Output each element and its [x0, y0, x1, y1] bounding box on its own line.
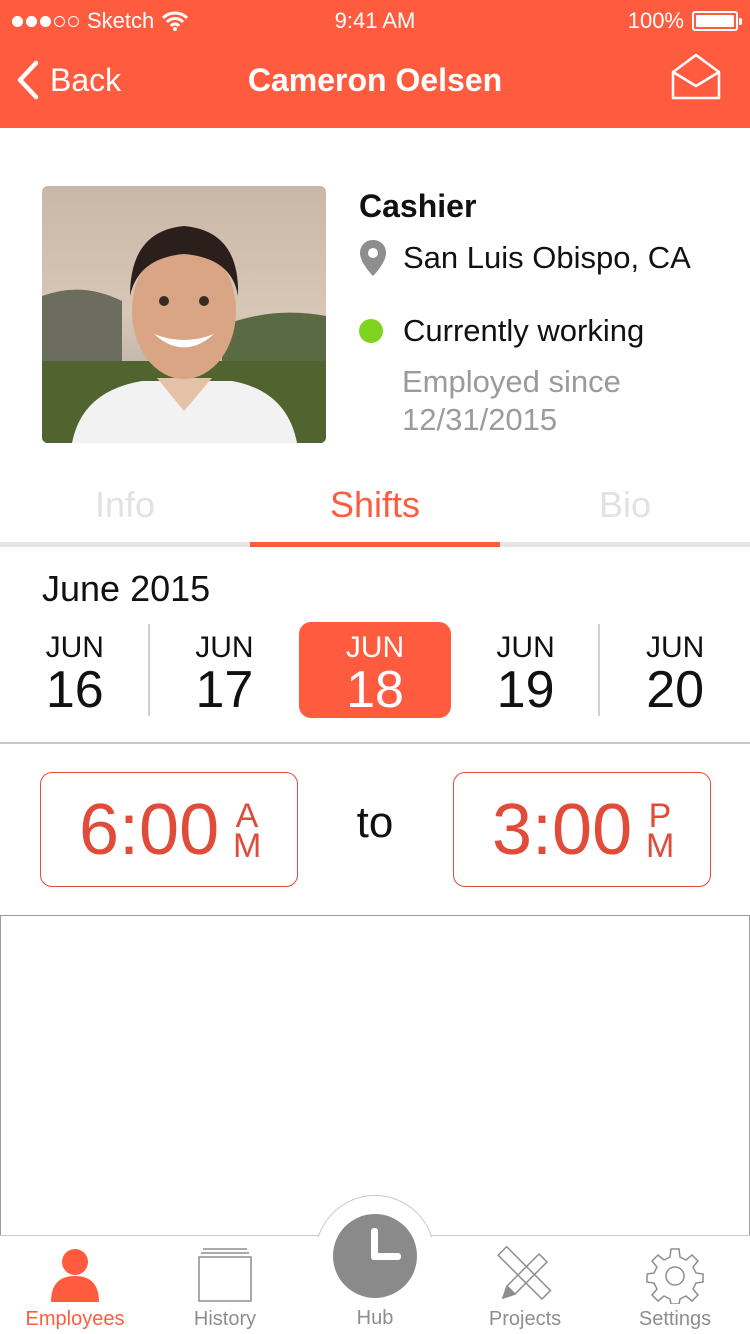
stack-icon: [198, 1248, 252, 1302]
tools-icon: [497, 1246, 552, 1301]
hub-label: Hub: [356, 1307, 394, 1329]
gear-icon: [646, 1248, 704, 1304]
status-label: Currently working: [403, 313, 645, 348]
status-bar: Sketch 9:41 AM 100%: [0, 0, 750, 40]
end-time: 3:00: [492, 790, 633, 870]
tab-bio[interactable]: Bio: [500, 480, 750, 542]
status-dot: [359, 319, 383, 343]
day-item-selected[interactable]: JUN 18: [299, 622, 451, 718]
day-month: JUN: [646, 631, 705, 664]
nav-bar: Back Cameron Oelsen: [0, 40, 750, 128]
divider: [0, 742, 750, 744]
start-ampm: A M: [233, 799, 262, 865]
location-label: San Luis Obispo, CA: [403, 240, 691, 275]
day-item[interactable]: JUN 17: [150, 622, 300, 718]
employed-since-date: 12/31/2015: [402, 402, 558, 437]
tab-info[interactable]: Info: [0, 480, 250, 542]
start-time: 6:00: [79, 790, 220, 870]
day-strip: JUN 16 JUN 17 JUN 18 JUN 19 JUN 20: [0, 622, 750, 718]
work-status: Currently working: [359, 313, 739, 349]
employed-since-label: Employed since: [402, 364, 621, 399]
day-month: JUN: [45, 631, 104, 664]
tabbar-label: Employees: [25, 1308, 125, 1330]
profile-photo-wrap: [42, 186, 326, 443]
day-number: 16: [45, 661, 104, 719]
tabbar-label: History: [193, 1308, 257, 1330]
avatar: [42, 186, 326, 443]
clock-icon: [371, 1228, 401, 1260]
profile-info: Cashier San Luis Obispo, CA Currently wo…: [359, 188, 739, 439]
hub-button[interactable]: [333, 1214, 417, 1298]
day-item[interactable]: JUN 20: [600, 622, 750, 718]
tab-shifts[interactable]: Shifts: [250, 480, 500, 547]
person-icon: [51, 1249, 99, 1302]
to-label: to: [356, 798, 394, 847]
tabbar-item-settings[interactable]: Settings: [600, 1236, 750, 1334]
tabbar-item-employees[interactable]: Employees: [0, 1236, 150, 1334]
avatar-photo: [42, 186, 326, 443]
day-number: 19: [496, 661, 555, 719]
status-right: 100%: [627, 8, 742, 34]
location-row: San Luis Obispo, CA: [359, 239, 739, 277]
day-number: 17: [195, 661, 254, 719]
day-item[interactable]: JUN 19: [451, 622, 601, 718]
day-item[interactable]: JUN 16: [0, 622, 150, 718]
day-number: 18: [346, 661, 404, 719]
header: Sketch 9:41 AM 100% Back Cameron Oelsen: [0, 0, 750, 128]
job-role: Cashier: [359, 188, 477, 224]
ampm-letter: M: [646, 827, 675, 865]
ampm-letter: M: [233, 827, 262, 865]
battery-icon: [692, 11, 742, 31]
tabbar-label: Projects: [488, 1308, 562, 1330]
employed-since: Employed since 12/31/2015: [402, 363, 739, 439]
day-month: JUN: [345, 631, 405, 664]
tabbar-item-projects[interactable]: Projects: [450, 1236, 600, 1334]
tabbar-item-history[interactable]: History: [150, 1236, 300, 1334]
end-ampm: P M: [646, 799, 675, 865]
battery-percent: 100%: [627, 8, 684, 33]
start-time-picker[interactable]: 6:00 A M: [40, 772, 298, 887]
location-pin-icon: [360, 240, 386, 276]
end-time-picker[interactable]: 3:00 P M: [453, 772, 711, 887]
page-title: Cameron Oelsen: [247, 62, 503, 98]
envelope-icon: [671, 53, 721, 100]
tabbar-label: Settings: [638, 1308, 712, 1330]
day-number: 20: [646, 661, 705, 719]
month-label: June 2015: [42, 568, 211, 609]
day-month: JUN: [496, 631, 555, 664]
day-month: JUN: [195, 631, 254, 664]
message-button[interactable]: [670, 52, 722, 107]
segment-tabs: Info Shifts Bio: [0, 480, 750, 547]
